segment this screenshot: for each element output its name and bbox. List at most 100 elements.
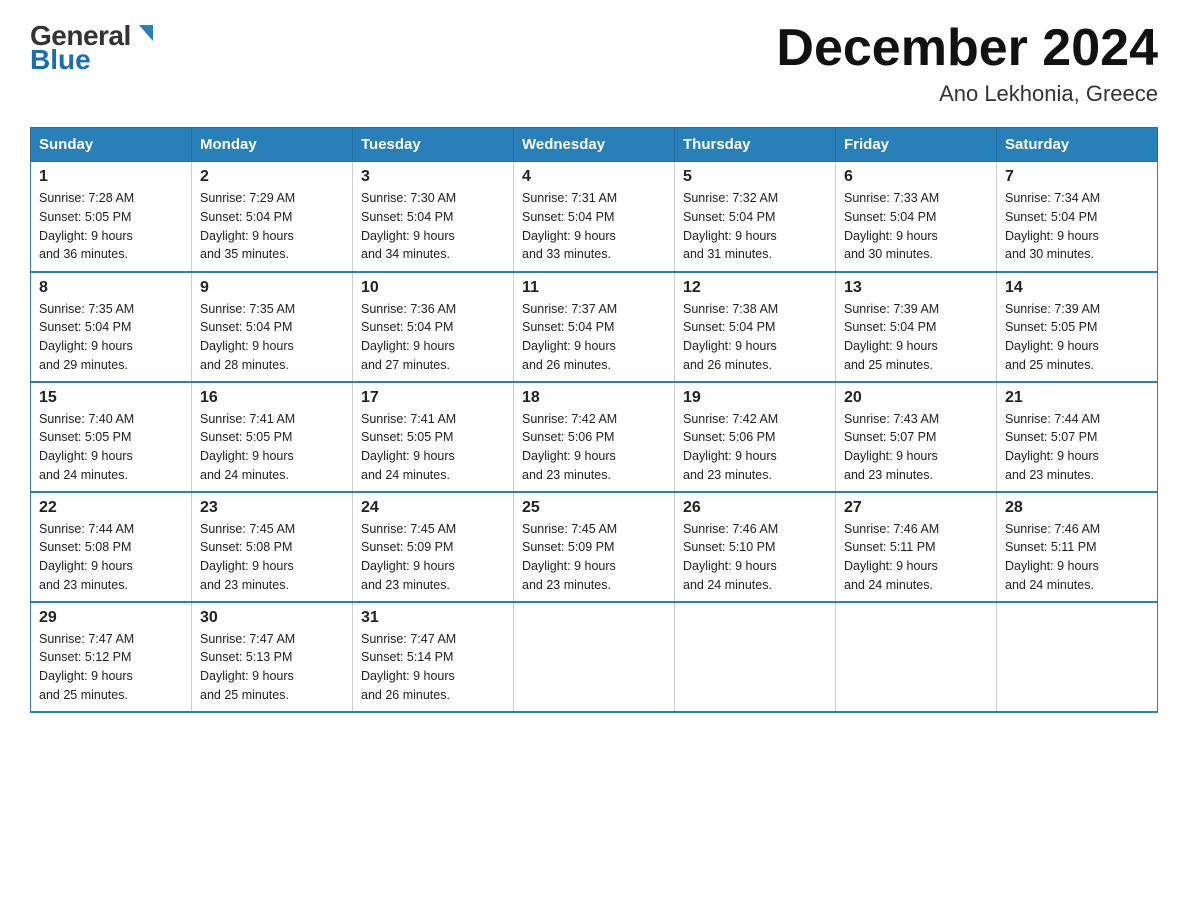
calendar-cell: 12 Sunrise: 7:38 AM Sunset: 5:04 PM Dayli…	[675, 272, 836, 382]
day-number: 8	[39, 279, 183, 297]
day-number: 28	[1005, 499, 1149, 517]
day-info: Sunrise: 7:44 AM Sunset: 5:07 PM Dayligh…	[1005, 410, 1149, 485]
day-info: Sunrise: 7:46 AM Sunset: 5:11 PM Dayligh…	[844, 520, 988, 595]
calendar-cell: 17 Sunrise: 7:41 AM Sunset: 5:05 PM Dayli…	[353, 382, 514, 492]
day-number: 17	[361, 389, 505, 407]
calendar-cell: 25 Sunrise: 7:45 AM Sunset: 5:09 PM Dayli…	[514, 492, 675, 602]
calendar-cell: 5Sunrise: 7:32 AM Sunset: 5:04 PM Daylig…	[675, 162, 836, 272]
day-info: Sunrise: 7:41 AM Sunset: 5:05 PM Dayligh…	[200, 410, 344, 485]
day-number: 20	[844, 389, 988, 407]
day-number: 25	[522, 499, 666, 517]
calendar-cell: 2Sunrise: 7:29 AM Sunset: 5:04 PM Daylig…	[192, 162, 353, 272]
calendar-cell: 31 Sunrise: 7:47 AM Sunset: 5:14 PM Dayli…	[353, 602, 514, 712]
title-block: December 2024 Ano Lekhonia, Greece	[776, 20, 1158, 107]
calendar-cell	[675, 602, 836, 712]
calendar-weekday-tuesday: Tuesday	[353, 128, 514, 162]
calendar-week-row: 15 Sunrise: 7:40 AM Sunset: 5:05 PM Dayli…	[31, 382, 1158, 492]
day-number: 15	[39, 389, 183, 407]
calendar-cell: 21 Sunrise: 7:44 AM Sunset: 5:07 PM Dayli…	[997, 382, 1158, 492]
logo-blue-text: Blue	[30, 44, 91, 76]
calendar-cell: 15 Sunrise: 7:40 AM Sunset: 5:05 PM Dayli…	[31, 382, 192, 492]
day-info: Sunrise: 7:32 AM Sunset: 5:04 PM Dayligh…	[683, 189, 827, 264]
day-info: Sunrise: 7:39 AM Sunset: 5:05 PM Dayligh…	[1005, 300, 1149, 375]
day-number: 9	[200, 279, 344, 297]
day-info: Sunrise: 7:38 AM Sunset: 5:04 PM Dayligh…	[683, 300, 827, 375]
day-info: Sunrise: 7:35 AM Sunset: 5:04 PM Dayligh…	[200, 300, 344, 375]
day-info: Sunrise: 7:44 AM Sunset: 5:08 PM Dayligh…	[39, 520, 183, 595]
location-title: Ano Lekhonia, Greece	[776, 81, 1158, 107]
day-info: Sunrise: 7:31 AM Sunset: 5:04 PM Dayligh…	[522, 189, 666, 264]
calendar-cell: 7Sunrise: 7:34 AM Sunset: 5:04 PM Daylig…	[997, 162, 1158, 272]
day-info: Sunrise: 7:43 AM Sunset: 5:07 PM Dayligh…	[844, 410, 988, 485]
day-info: Sunrise: 7:30 AM Sunset: 5:04 PM Dayligh…	[361, 189, 505, 264]
day-number: 3	[361, 168, 505, 186]
day-info: Sunrise: 7:47 AM Sunset: 5:13 PM Dayligh…	[200, 630, 344, 705]
calendar-cell: 27 Sunrise: 7:46 AM Sunset: 5:11 PM Dayli…	[836, 492, 997, 602]
day-info: Sunrise: 7:45 AM Sunset: 5:09 PM Dayligh…	[522, 520, 666, 595]
calendar-cell	[836, 602, 997, 712]
day-info: Sunrise: 7:47 AM Sunset: 5:12 PM Dayligh…	[39, 630, 183, 705]
calendar-weekday-thursday: Thursday	[675, 128, 836, 162]
calendar-weekday-monday: Monday	[192, 128, 353, 162]
day-number: 31	[361, 609, 505, 627]
calendar-cell: 30 Sunrise: 7:47 AM Sunset: 5:13 PM Dayli…	[192, 602, 353, 712]
calendar-cell: 10Sunrise: 7:36 AM Sunset: 5:04 PM Dayli…	[353, 272, 514, 382]
day-number: 27	[844, 499, 988, 517]
logo-arrow-icon	[135, 23, 157, 50]
day-info: Sunrise: 7:36 AM Sunset: 5:04 PM Dayligh…	[361, 300, 505, 375]
day-number: 21	[1005, 389, 1149, 407]
calendar-cell: 20 Sunrise: 7:43 AM Sunset: 5:07 PM Dayli…	[836, 382, 997, 492]
page-header: General Blue December 2024 Ano Lekhonia,…	[30, 20, 1158, 107]
calendar-weekday-saturday: Saturday	[997, 128, 1158, 162]
calendar-cell: 1 Sunrise: 7:28 AM Sunset: 5:05 PM Daylig…	[31, 162, 192, 272]
calendar-cell: 23 Sunrise: 7:45 AM Sunset: 5:08 PM Dayli…	[192, 492, 353, 602]
day-number: 19	[683, 389, 827, 407]
calendar-cell: 14 Sunrise: 7:39 AM Sunset: 5:05 PM Dayli…	[997, 272, 1158, 382]
day-info: Sunrise: 7:42 AM Sunset: 5:06 PM Dayligh…	[522, 410, 666, 485]
day-number: 22	[39, 499, 183, 517]
calendar-cell: 22 Sunrise: 7:44 AM Sunset: 5:08 PM Dayli…	[31, 492, 192, 602]
day-number: 23	[200, 499, 344, 517]
calendar-week-row: 22 Sunrise: 7:44 AM Sunset: 5:08 PM Dayli…	[31, 492, 1158, 602]
day-info: Sunrise: 7:37 AM Sunset: 5:04 PM Dayligh…	[522, 300, 666, 375]
calendar-cell: 18 Sunrise: 7:42 AM Sunset: 5:06 PM Dayli…	[514, 382, 675, 492]
calendar-cell: 4 Sunrise: 7:31 AM Sunset: 5:04 PM Daylig…	[514, 162, 675, 272]
calendar-cell: 19 Sunrise: 7:42 AM Sunset: 5:06 PM Dayli…	[675, 382, 836, 492]
calendar-cell: 3 Sunrise: 7:30 AM Sunset: 5:04 PM Daylig…	[353, 162, 514, 272]
day-number: 13	[844, 279, 988, 297]
day-number: 29	[39, 609, 183, 627]
calendar-cell	[997, 602, 1158, 712]
day-info: Sunrise: 7:41 AM Sunset: 5:05 PM Dayligh…	[361, 410, 505, 485]
calendar-week-row: 1 Sunrise: 7:28 AM Sunset: 5:05 PM Daylig…	[31, 162, 1158, 272]
day-info: Sunrise: 7:40 AM Sunset: 5:05 PM Dayligh…	[39, 410, 183, 485]
day-number: 4	[522, 168, 666, 186]
calendar-header-row: SundayMondayTuesdayWednesdayThursdayFrid…	[31, 128, 1158, 162]
calendar-cell: 16Sunrise: 7:41 AM Sunset: 5:05 PM Dayli…	[192, 382, 353, 492]
month-title: December 2024	[776, 20, 1158, 77]
day-info: Sunrise: 7:45 AM Sunset: 5:08 PM Dayligh…	[200, 520, 344, 595]
day-number: 12	[683, 279, 827, 297]
day-number: 14	[1005, 279, 1149, 297]
day-info: Sunrise: 7:35 AM Sunset: 5:04 PM Dayligh…	[39, 300, 183, 375]
day-info: Sunrise: 7:46 AM Sunset: 5:11 PM Dayligh…	[1005, 520, 1149, 595]
day-number: 2	[200, 168, 344, 186]
logo: General Blue	[30, 20, 157, 76]
day-number: 1	[39, 168, 183, 186]
calendar-week-row: 29 Sunrise: 7:47 AM Sunset: 5:12 PM Dayli…	[31, 602, 1158, 712]
calendar-cell: 9 Sunrise: 7:35 AM Sunset: 5:04 PM Daylig…	[192, 272, 353, 382]
day-info: Sunrise: 7:46 AM Sunset: 5:10 PM Dayligh…	[683, 520, 827, 595]
day-info: Sunrise: 7:28 AM Sunset: 5:05 PM Dayligh…	[39, 189, 183, 264]
calendar-weekday-sunday: Sunday	[31, 128, 192, 162]
day-info: Sunrise: 7:33 AM Sunset: 5:04 PM Dayligh…	[844, 189, 988, 264]
day-info: Sunrise: 7:45 AM Sunset: 5:09 PM Dayligh…	[361, 520, 505, 595]
calendar-cell: 26Sunrise: 7:46 AM Sunset: 5:10 PM Dayli…	[675, 492, 836, 602]
day-info: Sunrise: 7:47 AM Sunset: 5:14 PM Dayligh…	[361, 630, 505, 705]
day-number: 30	[200, 609, 344, 627]
calendar-cell: 24Sunrise: 7:45 AM Sunset: 5:09 PM Dayli…	[353, 492, 514, 602]
day-number: 18	[522, 389, 666, 407]
day-number: 7	[1005, 168, 1149, 186]
calendar-weekday-wednesday: Wednesday	[514, 128, 675, 162]
day-number: 6	[844, 168, 988, 186]
day-info: Sunrise: 7:42 AM Sunset: 5:06 PM Dayligh…	[683, 410, 827, 485]
calendar-cell: 29 Sunrise: 7:47 AM Sunset: 5:12 PM Dayli…	[31, 602, 192, 712]
